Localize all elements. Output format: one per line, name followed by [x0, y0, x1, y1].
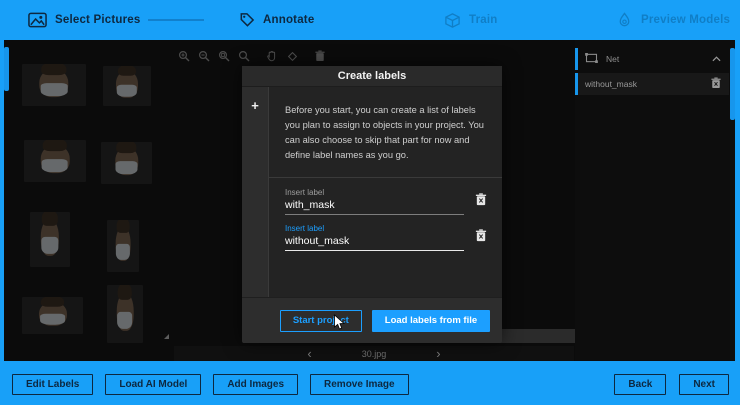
label-list-item[interactable]: without_mask	[575, 73, 729, 95]
image-navigation: ‹ 30.jpg ›	[174, 346, 574, 361]
zoom-out-icon[interactable]	[197, 49, 211, 63]
step-preview-models[interactable]: Preview Models	[616, 0, 730, 40]
masked-person-photo	[39, 69, 68, 97]
step-label: Select Pictures	[55, 14, 140, 26]
edit-labels-button[interactable]: Edit Labels	[12, 374, 93, 395]
labels-panel-header[interactable]: Net	[575, 48, 729, 70]
tag-tool-icon[interactable]	[285, 49, 299, 63]
step-label: Train	[469, 14, 497, 26]
step-label: Annotate	[263, 14, 314, 26]
delete-label-icon[interactable]	[711, 77, 721, 91]
zoom-in-icon[interactable]	[177, 49, 191, 63]
masked-person-photo	[115, 147, 138, 175]
masked-person-photo	[38, 302, 66, 326]
input-label: Insert label	[285, 188, 464, 197]
image-thumbnail[interactable]	[103, 66, 151, 106]
remove-image-button[interactable]: Remove Image	[310, 374, 409, 395]
dialog-footer: Start project Load labels from file	[242, 297, 502, 343]
label-inputs: Insert label with_mask Insert label	[269, 178, 502, 264]
create-labels-dialog: Create labels + Before you start, you ca…	[242, 66, 502, 343]
load-labels-from-file-button[interactable]: Load labels from file	[372, 310, 490, 332]
chevron-up-icon[interactable]	[712, 54, 721, 64]
image-thumbnail[interactable]	[107, 285, 143, 343]
previous-image-button[interactable]: ‹	[307, 349, 311, 359]
add-label-button[interactable]: +	[251, 101, 259, 297]
mouse-cursor	[333, 314, 346, 337]
image-thumbnail[interactable]	[107, 220, 139, 272]
label-input-field[interactable]: without_mask	[285, 235, 464, 251]
droplet-icon	[616, 12, 633, 29]
delete-tool-icon[interactable]	[313, 49, 327, 63]
step-annotate[interactable]: Annotate	[238, 0, 314, 40]
label-input-row: Insert label with_mask	[285, 188, 488, 215]
image-thumbnail[interactable]	[24, 140, 86, 182]
zoom-area-icon[interactable]	[217, 49, 231, 63]
masked-person-photo	[41, 219, 59, 255]
start-project-button[interactable]: Start project	[280, 310, 362, 332]
image-thumbnail[interactable]	[101, 142, 152, 184]
main-region: ‹ 30.jpg › Net	[0, 40, 740, 363]
bounding-box-icon	[585, 53, 598, 65]
left-scrollbar[interactable]	[4, 47, 9, 91]
masked-person-photo	[117, 293, 134, 331]
current-image-filename: 30.jpg	[362, 349, 387, 359]
label-name: without_mask	[585, 79, 637, 89]
masked-person-photo	[116, 227, 131, 261]
cube-icon	[444, 12, 461, 29]
label-input-row: Insert label without_mask	[285, 224, 488, 251]
image-thumbnail[interactable]	[22, 297, 83, 334]
dialog-side-rail: +	[242, 87, 268, 297]
back-button[interactable]: Back	[614, 374, 666, 395]
app-window: Select Pictures Annotate Train Preview M…	[0, 0, 740, 405]
canvas-toolbar	[177, 49, 327, 63]
input-label: Insert label	[285, 224, 464, 233]
next-image-button[interactable]: ›	[436, 349, 440, 359]
dialog-title: Create labels	[242, 66, 502, 87]
zoom-reset-icon[interactable]	[237, 49, 251, 63]
masked-person-photo	[41, 145, 70, 173]
next-button[interactable]: Next	[679, 374, 729, 395]
delete-label-icon[interactable]	[475, 229, 488, 247]
delete-label-icon[interactable]	[475, 193, 488, 211]
image-icon	[28, 12, 47, 28]
dialog-content: Before you start, you can create a list …	[268, 87, 502, 297]
step-connector	[148, 19, 204, 21]
top-bar: Select Pictures Annotate Train Preview M…	[0, 0, 740, 40]
masked-person-photo	[116, 71, 138, 97]
workspace: ‹ 30.jpg › Net	[4, 40, 735, 361]
panel-header-label: Net	[606, 54, 619, 64]
step-label: Preview Models	[641, 14, 730, 26]
load-ai-model-button[interactable]: Load AI Model	[105, 374, 201, 395]
step-train[interactable]: Train	[444, 0, 497, 40]
bottom-bar: Edit Labels Load AI Model Add Images Rem…	[0, 363, 740, 405]
image-thumbnail[interactable]	[22, 64, 86, 106]
labels-panel: Net without_mask	[575, 40, 735, 361]
right-scrollbar[interactable]	[730, 48, 735, 120]
dialog-description: Before you start, you can create a list …	[269, 87, 502, 178]
add-images-button[interactable]: Add Images	[213, 374, 298, 395]
pan-hand-icon[interactable]	[265, 49, 279, 63]
label-input-field[interactable]: with_mask	[285, 199, 464, 215]
resize-handle[interactable]	[164, 334, 169, 339]
image-thumbnail[interactable]	[30, 212, 70, 267]
step-select-pictures[interactable]: Select Pictures	[28, 0, 140, 40]
tag-icon	[238, 12, 255, 29]
